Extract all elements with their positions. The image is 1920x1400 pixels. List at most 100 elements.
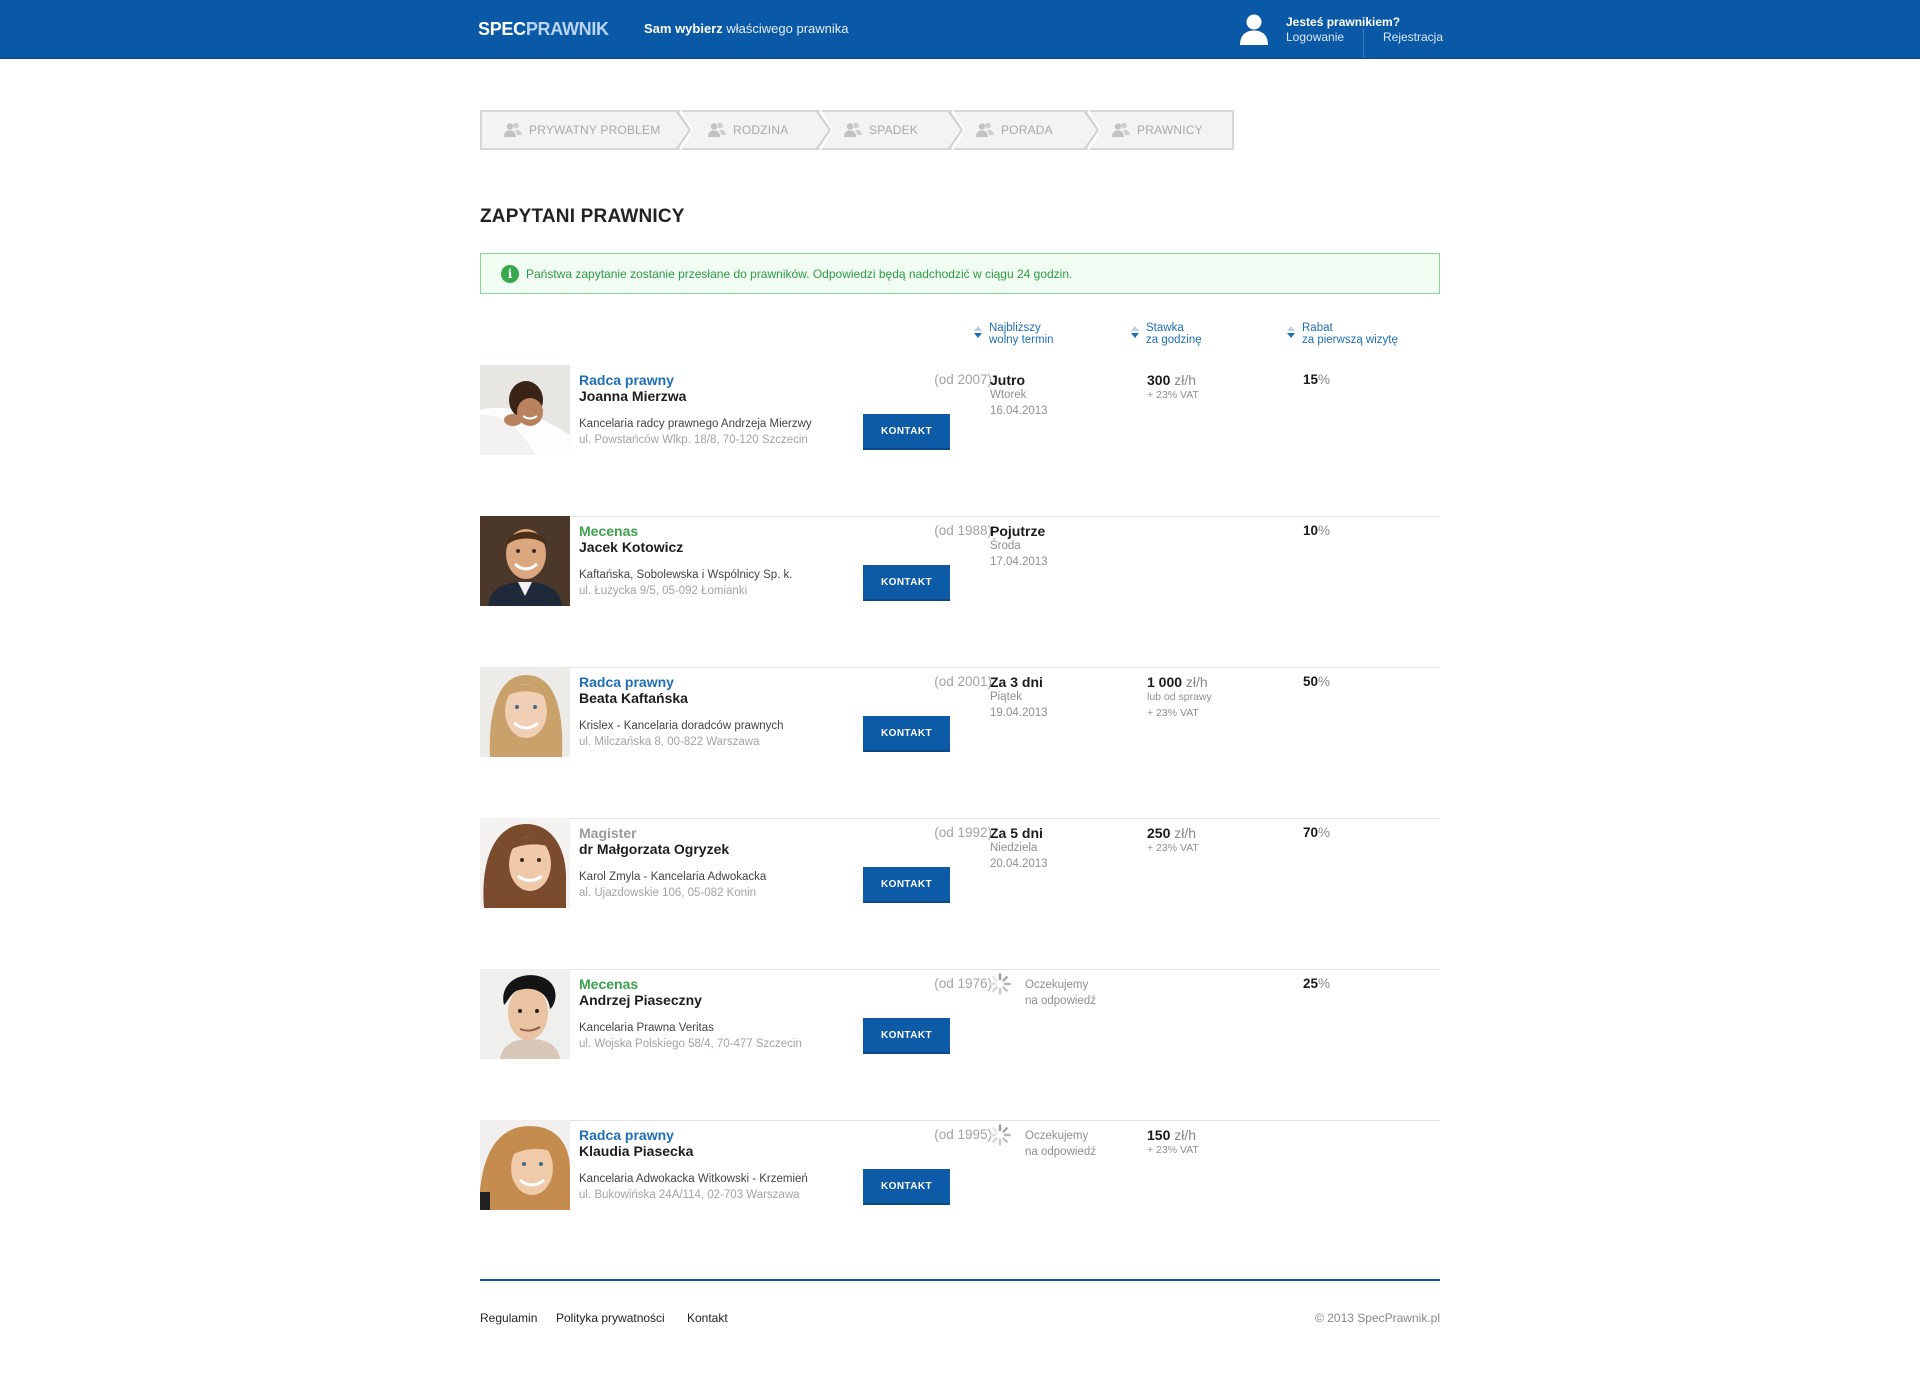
people-icon bbox=[976, 122, 994, 137]
rate-value: 300 bbox=[1147, 372, 1171, 388]
discount-value: 10 bbox=[1303, 523, 1319, 538]
page-title: ZAPYTANI PRAWNICY bbox=[480, 206, 685, 227]
breadcrumb-item-private-problem[interactable]: PRYWATNY PROBLEM bbox=[482, 112, 680, 148]
sort-by-discount[interactable]: Rabat za pierwszą wizytę bbox=[1287, 322, 1398, 346]
office-address: al. Ujazdowskie 106, 05-082 Konin bbox=[579, 887, 757, 899]
term-value: Jutro bbox=[990, 372, 1025, 388]
info-notice: i Państwa zapytanie zostanie przesłane d… bbox=[480, 253, 1440, 294]
awaiting-response: Oczekujemy na odpowiedź bbox=[1025, 977, 1096, 1009]
footer-link-contact[interactable]: Kontakt bbox=[687, 1311, 728, 1325]
lawyer-title[interactable]: Radca prawny bbox=[579, 1127, 674, 1143]
footer-link-terms[interactable]: Regulamin bbox=[480, 1311, 537, 1325]
column-header-line1: Stawka bbox=[1146, 322, 1184, 334]
contact-button[interactable]: KONTAKT bbox=[863, 1018, 950, 1054]
office-address: ul. Wojska Polskiego 58/4, 70-477 Szczec… bbox=[579, 1038, 802, 1050]
office-address: ul. Łużycka 9/5, 05-092 Łomianki bbox=[579, 585, 748, 597]
contact-button[interactable]: KONTAKT bbox=[863, 1169, 950, 1205]
sort-arrows-icon bbox=[1131, 326, 1139, 338]
office-address: ul. Milczańska 8, 00-822 Warszawa bbox=[579, 736, 760, 748]
site-tagline: Sam wybierz właściwego prawnika bbox=[644, 21, 849, 36]
people-icon bbox=[708, 122, 726, 137]
lawyer-title[interactable]: Radca prawny bbox=[579, 674, 674, 690]
breadcrumb-label: PRAWNICY bbox=[1137, 123, 1203, 137]
hourly-rate: 150 zł/h bbox=[1147, 1127, 1196, 1143]
term-date: 16.04.2013 bbox=[990, 405, 1048, 417]
sort-by-term[interactable]: Najbliższy wolny termin bbox=[974, 322, 1054, 346]
term-day: Niedziela bbox=[990, 842, 1038, 854]
lawyer-name: Andrzej Piaseczny bbox=[579, 992, 702, 1008]
breadcrumb-item-family[interactable]: RODZINA bbox=[692, 112, 820, 148]
discount-unit: % bbox=[1318, 674, 1331, 689]
tagline-rest: właściwego prawnika bbox=[722, 21, 849, 36]
discount-unit: % bbox=[1318, 523, 1331, 538]
term-value: Za 3 dni bbox=[990, 674, 1043, 690]
loading-spinner-icon bbox=[989, 973, 1011, 995]
lawyer-name: Joanna Mierzwa bbox=[579, 388, 687, 404]
breadcrumb-separator bbox=[676, 110, 692, 150]
lawyer-title[interactable]: Magister bbox=[579, 825, 637, 841]
register-link[interactable]: Rejestracja bbox=[1383, 30, 1443, 44]
people-icon bbox=[844, 122, 862, 137]
breadcrumb-label: PORADA bbox=[1001, 123, 1053, 137]
hourly-rate: 250 zł/h bbox=[1147, 825, 1196, 841]
practice-since: (od 2007) bbox=[934, 372, 992, 387]
first-visit-discount: 15% bbox=[1303, 372, 1330, 387]
discount-unit: % bbox=[1318, 372, 1331, 387]
lawyer-question-text: Jesteś prawnikiem? bbox=[1286, 15, 1401, 29]
office-address: ul. Bukowińska 24A/114, 02-703 Warszawa bbox=[579, 1189, 800, 1201]
sort-by-rate[interactable]: Stawka za godzinę bbox=[1131, 322, 1202, 346]
lawyer-title[interactable]: Mecenas bbox=[579, 976, 638, 992]
lawyer-row: Magister dr Małgorzata Ogryzek (od 1992)… bbox=[480, 818, 1440, 970]
breadcrumb-label: SPADEK bbox=[869, 123, 918, 137]
people-icon bbox=[504, 122, 522, 137]
term-date: 19.04.2013 bbox=[990, 707, 1048, 719]
lawyer-title[interactable]: Radca prawny bbox=[579, 372, 674, 388]
lawyer-row: Radca prawny Klaudia Piasecka (od 1995) … bbox=[480, 1120, 1440, 1271]
rate-note: lub od sprawy bbox=[1147, 691, 1212, 703]
discount-unit: % bbox=[1318, 976, 1331, 991]
rate-note: + 23% VAT bbox=[1147, 842, 1199, 854]
lawyer-row: Radca prawny Beata Kaftańska (od 2001) K… bbox=[480, 667, 1440, 819]
lawyer-title[interactable]: Mecenas bbox=[579, 523, 638, 539]
footer-divider bbox=[480, 1279, 1440, 1281]
lawyer-photo bbox=[480, 667, 570, 757]
lawyer-row: Radca prawny Joanna Mierzwa (od 2007) Ka… bbox=[480, 365, 1440, 517]
rate-value: 250 bbox=[1147, 825, 1171, 841]
hourly-rate: 1 000 zł/h bbox=[1147, 674, 1208, 690]
site-logo[interactable]: SPECPRAWNIK bbox=[478, 19, 609, 40]
contact-button[interactable]: KONTAKT bbox=[863, 867, 950, 903]
hourly-rate: 300 zł/h bbox=[1147, 372, 1196, 388]
discount-unit: % bbox=[1318, 825, 1331, 840]
awaiting-line2: na odpowiedź bbox=[1025, 1146, 1096, 1158]
office-address: ul. Powstańców Wlkp. 18/8, 70-120 Szczec… bbox=[579, 434, 808, 446]
user-icon bbox=[1240, 14, 1268, 45]
lawyer-photo bbox=[480, 516, 570, 606]
discount-value: 50 bbox=[1303, 674, 1319, 689]
first-visit-discount: 70% bbox=[1303, 825, 1330, 840]
rate-value: 150 bbox=[1147, 1127, 1171, 1143]
term-day: Środa bbox=[990, 540, 1021, 552]
lawyer-name: Beata Kaftańska bbox=[579, 690, 688, 706]
footer-link-privacy[interactable]: Polityka prywatności bbox=[556, 1311, 665, 1325]
rate-vat-note: + 23% VAT bbox=[1147, 707, 1199, 719]
breadcrumb-label: PRYWATNY PROBLEM bbox=[529, 123, 661, 137]
login-link[interactable]: Logowanie bbox=[1286, 30, 1344, 44]
term-value: Za 5 dni bbox=[990, 825, 1043, 841]
breadcrumb-item-inheritance[interactable]: SPADEK bbox=[832, 112, 952, 148]
term-date: 20.04.2013 bbox=[990, 858, 1048, 870]
rate-unit: zł/h bbox=[1182, 674, 1208, 690]
contact-button[interactable]: KONTAKT bbox=[863, 716, 950, 752]
contact-button[interactable]: KONTAKT bbox=[863, 565, 950, 601]
rate-unit: zł/h bbox=[1170, 1127, 1197, 1143]
contact-button[interactable]: KONTAKT bbox=[863, 414, 950, 450]
rate-unit: zł/h bbox=[1170, 825, 1197, 841]
breadcrumb-item-lawyers[interactable]: PRAWNICY bbox=[1100, 112, 1232, 148]
logo-text-prawnik: PRAWNIK bbox=[525, 19, 609, 39]
loading-spinner-icon bbox=[989, 1124, 1011, 1146]
rate-unit: zł/h bbox=[1170, 372, 1197, 388]
lawyer-photo bbox=[480, 969, 570, 1059]
awaiting-response: Oczekujemy na odpowiedź bbox=[1025, 1128, 1096, 1160]
breadcrumb-item-advice[interactable]: PORADA bbox=[964, 112, 1094, 148]
lawyer-name: Klaudia Piasecka bbox=[579, 1143, 694, 1159]
practice-since: (od 1995) bbox=[934, 1127, 992, 1142]
